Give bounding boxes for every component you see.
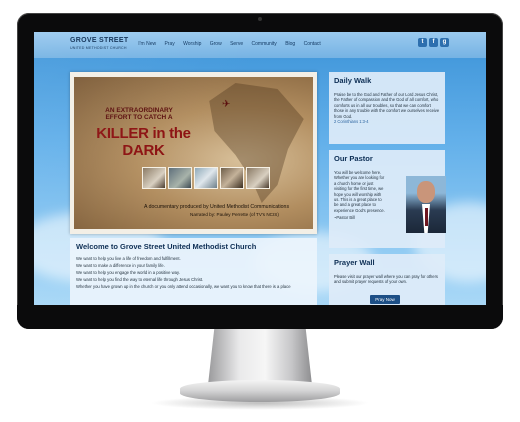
slider-photo: [220, 167, 244, 189]
prayer-wall-title: Prayer Wall: [334, 258, 375, 267]
pray-now-button[interactable]: Pray Now: [370, 295, 400, 304]
welcome-title: Welcome to Grove Street United Methodist…: [76, 242, 257, 251]
twitter-icon[interactable]: t: [418, 38, 427, 47]
prayer-wall-text: Please visit our prayer wall where you c…: [334, 274, 438, 285]
daily-walk-widget: Daily Walk Praise be to the God and Fath…: [329, 72, 445, 144]
slider-line-1: AN EXTRAORDINARY: [105, 107, 173, 114]
pastor-signature: ~Pastor Bill: [334, 215, 355, 221]
slider-photo: [168, 167, 192, 189]
monitor-stand: [208, 329, 312, 385]
logo-subtitle: UNITED METHODIST CHURCH: [70, 46, 127, 50]
slider-tagline: AN EXTRAORDINARY EFFORT TO CATCH A: [84, 107, 194, 121]
slider-photo-strip: [142, 167, 270, 189]
main-nav: I'm New Pray Worship Grow Serve Communit…: [134, 41, 325, 47]
google-plus-icon[interactable]: g: [440, 38, 449, 47]
slider-narrator: Narrated by: Pauley Perrette (of TV's NC…: [190, 212, 279, 217]
welcome-section: Welcome to Grove Street United Methodist…: [70, 238, 317, 305]
monitor-base: [180, 380, 340, 402]
nav-item-community[interactable]: Community: [247, 41, 281, 47]
slider-headline: KILLER in the DARK: [96, 125, 191, 159]
mosquito-icon: ✈: [222, 99, 231, 110]
welcome-line: Whether you have grown up in the church …: [76, 284, 291, 289]
nav-item-im-new[interactable]: I'm New: [134, 41, 160, 47]
slider-photo: [142, 167, 166, 189]
nav-item-grow[interactable]: Grow: [206, 41, 226, 47]
pastor-face: [417, 181, 435, 203]
daily-walk-text: Praise be to the God and Father of our L…: [334, 92, 442, 124]
daily-walk-verse: Praise be to the God and Father of our L…: [334, 92, 440, 119]
slider-photo: [246, 167, 270, 189]
monitor-mockup: GROVE STREET UNITED METHODIST CHURCH I'm…: [0, 0, 520, 422]
site-header: GROVE STREET UNITED METHODIST CHURCH I'm…: [34, 32, 486, 58]
camera-icon: [258, 17, 262, 21]
daily-walk-reference[interactable]: 2 Corinthians 1:3-4: [334, 119, 442, 124]
monitor-chin: [17, 305, 503, 329]
welcome-line: We want to make a difference in your fam…: [76, 263, 165, 268]
nav-item-pray[interactable]: Pray: [160, 41, 179, 47]
welcome-line: We want to help you live a life of freed…: [76, 256, 181, 261]
slider-photo: [194, 167, 218, 189]
screen: GROVE STREET UNITED METHODIST CHURCH I'm…: [34, 32, 486, 305]
slider-caption: A documentary produced by United Methodi…: [144, 204, 290, 210]
nav-item-blog[interactable]: Blog: [281, 41, 299, 47]
pastor-photo: [406, 176, 446, 233]
our-pastor-title: Our Pastor: [334, 154, 373, 163]
nav-item-serve[interactable]: Serve: [226, 41, 247, 47]
logo-title[interactable]: GROVE STREET: [70, 37, 128, 44]
our-pastor-text: You will be welcome here. Whether you ar…: [334, 170, 404, 221]
welcome-line: We want to help you find the way to eter…: [76, 277, 204, 282]
facebook-icon[interactable]: f: [429, 38, 438, 47]
featured-slider[interactable]: AN EXTRAORDINARY EFFORT TO CATCH A ✈ KIL…: [74, 77, 313, 229]
nav-item-worship[interactable]: Worship: [179, 41, 206, 47]
daily-walk-title: Daily Walk: [334, 76, 372, 85]
pastor-tie: [424, 208, 428, 226]
nav-item-contact[interactable]: Contact: [299, 41, 325, 47]
welcome-line: We want to help you engage the world in …: [76, 270, 180, 275]
pastor-line: experience God's presence.: [334, 207, 385, 213]
slider-line-2: EFFORT TO CATCH A: [105, 114, 173, 121]
